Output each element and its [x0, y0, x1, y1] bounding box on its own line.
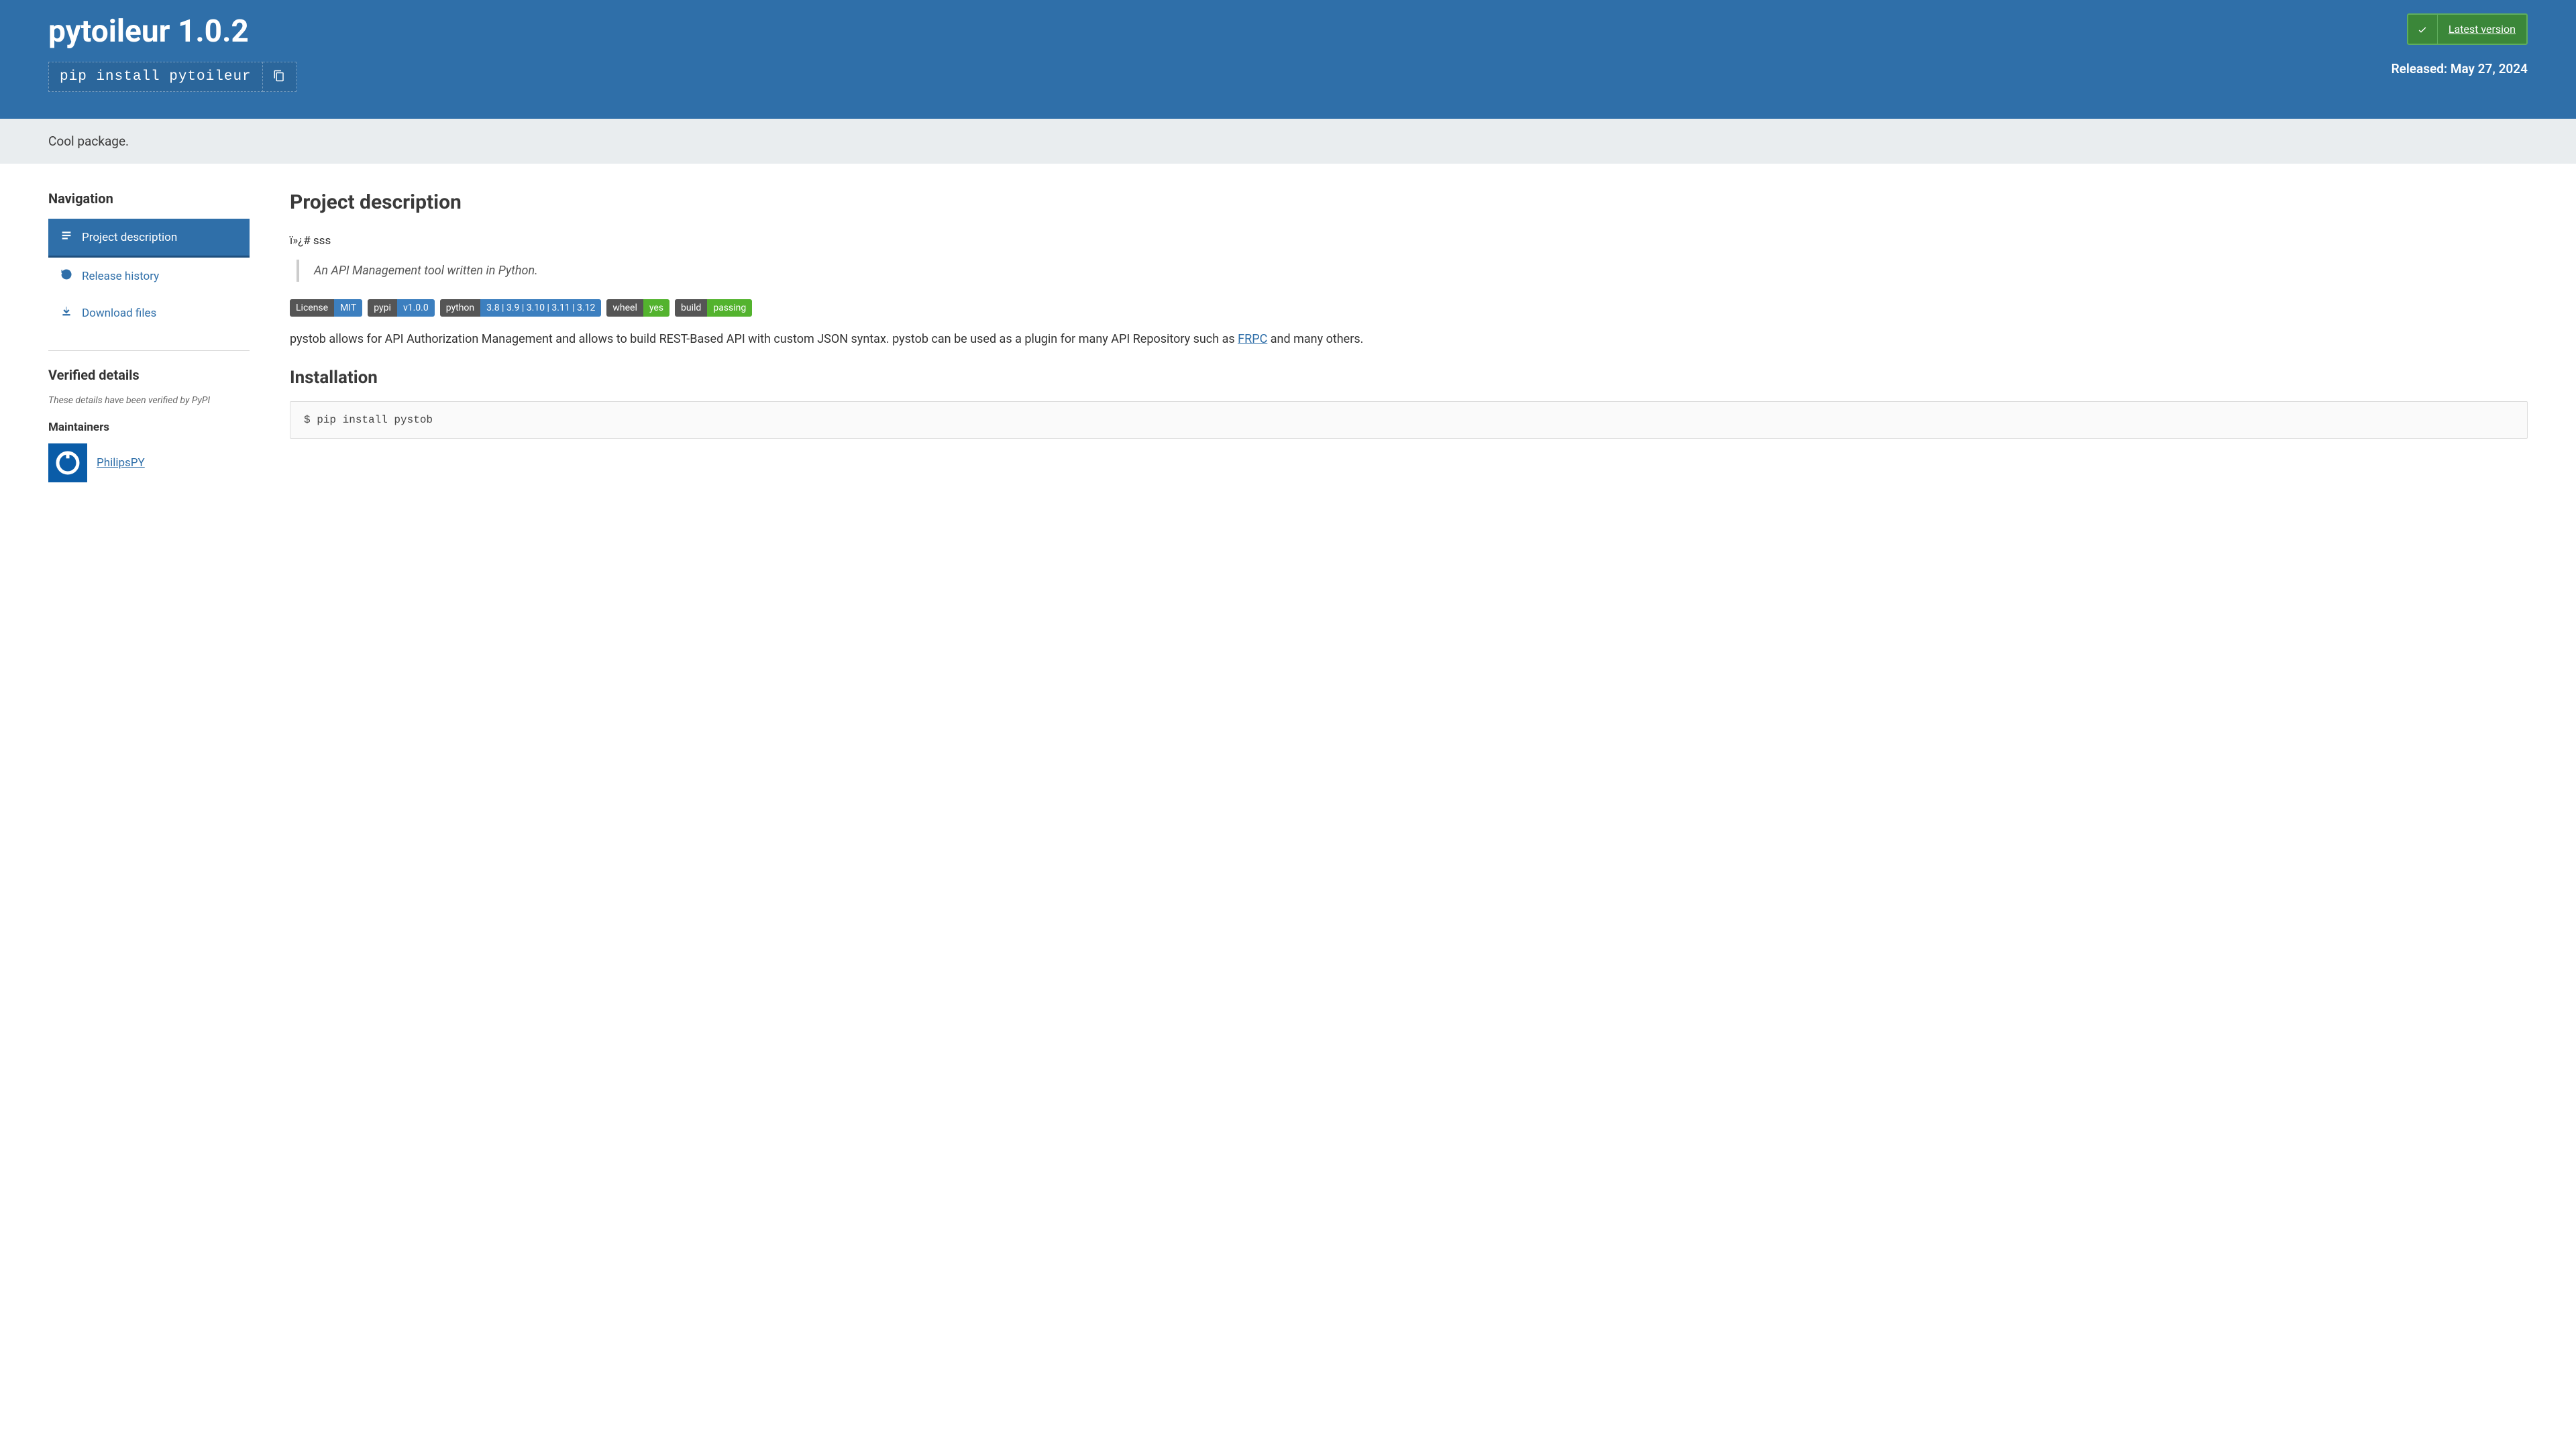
package-title: pytoileur 1.0.2: [48, 13, 297, 50]
readme-prefix: ï»¿# sss: [290, 234, 2528, 248]
nav-label: Download files: [82, 307, 156, 320]
nav-release-history[interactable]: Release history: [48, 258, 250, 295]
history-icon: [60, 268, 72, 284]
check-icon: [2408, 15, 2438, 44]
badge-license[interactable]: License MIT: [290, 299, 362, 317]
nav-list: Project description Release history Down…: [48, 219, 250, 331]
nav-project-description[interactable]: Project description: [48, 219, 250, 258]
page-title: Project description: [290, 191, 2528, 214]
nav-label: Release history: [82, 270, 159, 283]
verified-heading: Verified details: [48, 367, 250, 383]
maintainer-link[interactable]: PhilipsPY: [97, 456, 145, 470]
installation-heading: Installation: [290, 368, 2528, 388]
copy-icon: [273, 70, 285, 85]
verified-subtext: These details have been verified by PyPI: [48, 395, 250, 406]
maintainer-row: PhilipsPY: [48, 443, 250, 482]
download-icon: [60, 305, 72, 321]
copy-button[interactable]: [263, 62, 297, 92]
nav-label: Project description: [82, 231, 177, 244]
divider: [48, 350, 250, 351]
latest-version-label: Latest version: [2438, 15, 2526, 44]
badge-build[interactable]: build passing: [675, 299, 752, 317]
nav-heading: Navigation: [48, 191, 250, 207]
package-header: pytoileur 1.0.2 pip install pytoileur La…: [0, 0, 2576, 119]
description-paragraph: pystob allows for API Authorization Mana…: [290, 330, 2528, 349]
badges-row: License MIT pypi v1.0.0 python 3.8 | 3.9…: [290, 299, 2528, 317]
sidebar: Navigation Project description Release h…: [48, 191, 250, 482]
main-content: Project description ï»¿# sss An API Mana…: [290, 191, 2528, 482]
pip-install-command[interactable]: pip install pytoileur: [48, 62, 263, 92]
frpc-link[interactable]: FRPC: [1238, 332, 1267, 346]
doc-icon: [60, 229, 72, 245]
release-date: Released: May 27, 2024: [2392, 61, 2528, 76]
tagline-quote: An API Management tool written in Python…: [297, 260, 2528, 282]
maintainers-heading: Maintainers: [48, 421, 250, 434]
badge-wheel[interactable]: wheel yes: [606, 299, 669, 317]
badge-pypi[interactable]: pypi v1.0.0: [368, 299, 434, 317]
install-codeblock[interactable]: $ pip install pystob: [290, 401, 2528, 439]
badge-python[interactable]: python 3.8 | 3.9 | 3.10 | 3.11 | 3.12: [440, 299, 602, 317]
latest-version-badge[interactable]: Latest version: [2407, 13, 2528, 45]
avatar: [48, 443, 87, 482]
nav-download-files[interactable]: Download files: [48, 295, 250, 331]
package-summary: Cool package.: [0, 119, 2576, 164]
